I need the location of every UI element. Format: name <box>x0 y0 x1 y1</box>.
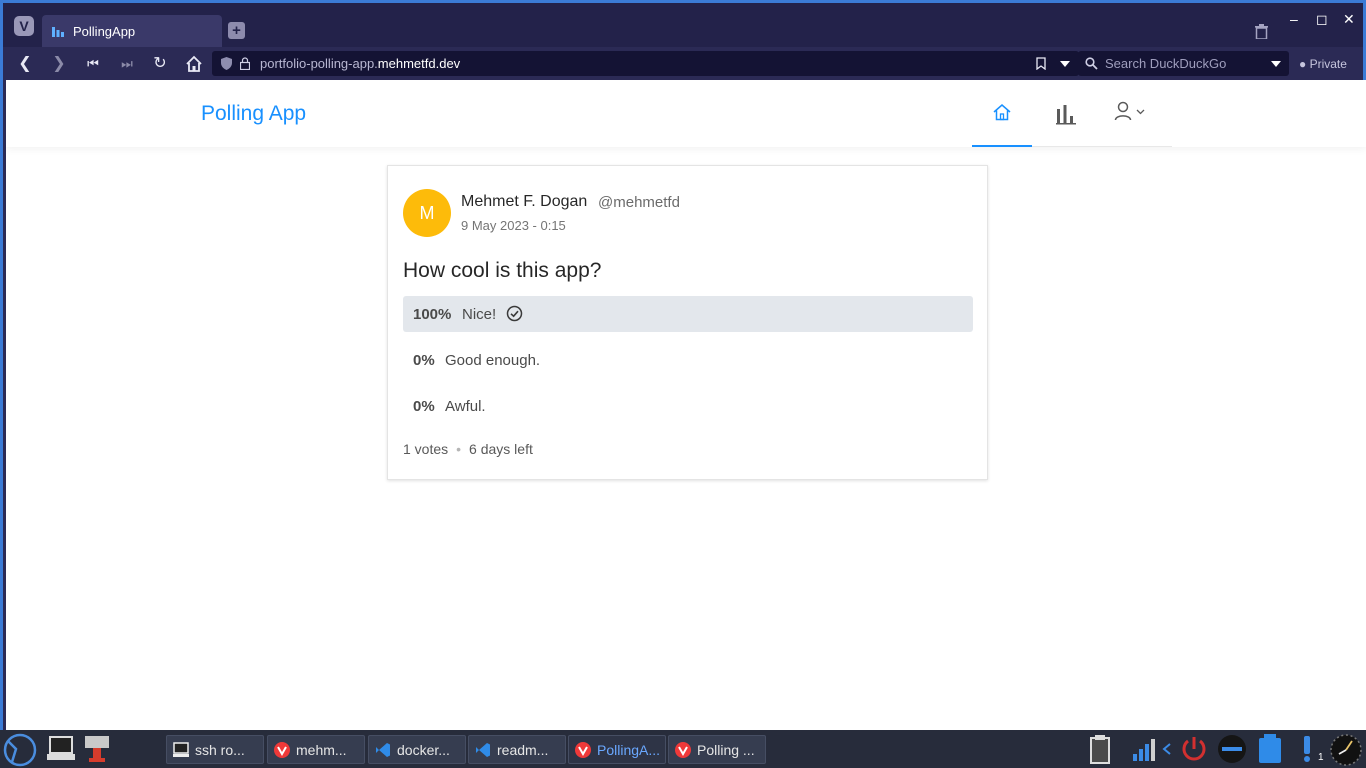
author-name[interactable]: Mehmet F. Dogan <box>461 193 587 211</box>
nav-new-poll[interactable] <box>1036 80 1096 147</box>
separator-dot: • <box>456 441 462 457</box>
taskbar-item[interactable]: ssh ro... <box>166 735 264 764</box>
taskbar-label: docker... <box>397 742 450 758</box>
poll-choice[interactable]: 0% Good enough. <box>403 342 973 378</box>
taskbar-label: Polling ... <box>697 742 755 758</box>
terminal-launcher-icon[interactable] <box>47 735 75 761</box>
close-button[interactable]: ✕ <box>1343 11 1355 28</box>
choice-text: Awful. <box>445 398 486 415</box>
vote-count: 1 votes <box>403 441 449 457</box>
user-icon <box>1114 101 1132 121</box>
time-left: 6 days left <box>469 441 533 457</box>
poll-footer: 1 votes • 6 days left <box>403 441 533 457</box>
url-field[interactable]: portfolio-polling-app.mehmetfd.dev <box>212 51 1079 76</box>
maximize-button[interactable]: ◻ <box>1316 11 1328 28</box>
taskbar-label: mehm... <box>296 742 347 758</box>
forward-icon[interactable]: ❯ <box>50 55 68 73</box>
app-title[interactable]: Polling App <box>201 102 306 126</box>
tab-title: PollingApp <box>73 24 136 39</box>
poll-card: M Mehmet F. Dogan @mehmetfd 9 May 2023 -… <box>387 165 988 480</box>
app-header: Polling App <box>6 80 1366 147</box>
chevron-down-icon <box>1136 109 1145 115</box>
poll-date: 9 May 2023 - 0:15 <box>461 218 566 233</box>
start-menu-icon[interactable] <box>2 732 38 768</box>
address-bar: ❮ ❯ ⏮ ⏭ ↻ portfolio-polling-app.mehmetfd… <box>3 47 1363 80</box>
bar-chart-icon <box>52 27 64 37</box>
bookmark-icon[interactable] <box>1036 57 1046 70</box>
choice-percent: 100% <box>413 306 452 323</box>
poll-question: How cool is this app? <box>403 259 602 282</box>
vivaldi-icon <box>675 742 691 758</box>
notification-count: 1 <box>1318 752 1324 763</box>
page-viewport: Polling App M Mehmet F. Dogan @mehmetfd … <box>6 80 1366 730</box>
vscode-icon <box>376 743 390 757</box>
choice-text: Nice! <box>462 306 497 323</box>
vscode-icon <box>476 743 490 757</box>
taskbar-item[interactable]: docker... <box>368 735 466 764</box>
vivaldi-menu-icon[interactable]: V <box>14 16 34 36</box>
poll-choice[interactable]: 0% Awful. <box>403 388 973 424</box>
vivaldi-icon <box>274 742 290 758</box>
notification-icon[interactable] <box>1298 735 1316 763</box>
choice-text: Good enough. <box>445 352 541 369</box>
taskbar-item[interactable]: PollingA... <box>568 735 666 764</box>
clipboard-manager-icon[interactable] <box>1257 734 1283 764</box>
home-icon[interactable] <box>185 55 203 73</box>
vivaldi-icon <box>575 742 591 758</box>
clock-icon[interactable] <box>1329 733 1363 767</box>
reload-icon[interactable]: ↻ <box>151 55 169 73</box>
poll-choice[interactable]: 100% Nice! <box>403 296 973 332</box>
url-text: portfolio-polling-app.mehmetfd.dev <box>260 56 461 71</box>
private-label: Private <box>1309 57 1347 71</box>
author-handle[interactable]: @mehmetfd <box>598 194 680 211</box>
fast-forward-icon[interactable]: ⏭ <box>118 55 136 73</box>
taskbar: ssh ro... mehm... docker... readm... Pol… <box>0 730 1366 768</box>
new-tab-button[interactable]: + <box>228 22 245 39</box>
search-icon <box>1085 57 1098 70</box>
rewind-icon[interactable]: ⏮ <box>84 55 102 73</box>
url-dropdown-icon[interactable] <box>1060 61 1070 67</box>
private-badge: ● Private <box>1299 57 1347 71</box>
search-placeholder: Search DuckDuckGo <box>1105 56 1227 71</box>
nav-profile-dropdown[interactable] <box>1102 80 1172 147</box>
tab-bar: V PollingApp + – ◻ ✕ <box>3 3 1363 48</box>
shield-icon[interactable] <box>221 57 232 70</box>
taskbar-label: PollingA... <box>597 742 661 758</box>
choice-percent: 0% <box>413 352 435 369</box>
avatar[interactable]: M <box>403 189 451 237</box>
desktop: V PollingApp + – ◻ ✕ ❮ ❯ ⏮ ⏭ ↻ portfolio… <box>0 0 1366 768</box>
minimize-button[interactable]: – <box>1290 11 1298 27</box>
terminal-icon <box>173 742 189 757</box>
home-icon <box>993 104 1011 121</box>
choice-percent: 0% <box>413 398 435 415</box>
media-player-icon[interactable] <box>1216 734 1248 764</box>
search-engine-dropdown-icon[interactable] <box>1271 61 1281 67</box>
nav-home[interactable] <box>972 80 1032 147</box>
search-field[interactable]: Search DuckDuckGo <box>1078 51 1289 76</box>
browser-window: V PollingApp + – ◻ ✕ ❮ ❯ ⏮ ⏭ ↻ portfolio… <box>0 0 1366 730</box>
bar-chart-icon <box>1056 105 1076 125</box>
check-circle-icon <box>506 305 523 322</box>
network-signal-icon[interactable] <box>1132 736 1160 762</box>
lock-icon <box>240 57 250 70</box>
chevron-left-icon[interactable] <box>1162 743 1172 755</box>
taskbar-item[interactable]: readm... <box>468 735 566 764</box>
tab-pollingapp[interactable]: PollingApp <box>42 15 222 48</box>
clipboard-icon[interactable] <box>1086 735 1114 765</box>
power-icon[interactable] <box>1180 735 1208 763</box>
taskbar-label: ssh ro... <box>195 742 245 758</box>
trash-icon[interactable] <box>1255 24 1268 39</box>
taskbar-item[interactable]: Polling ... <box>668 735 766 764</box>
back-icon[interactable]: ❮ <box>16 55 34 73</box>
taskbar-item[interactable]: mehm... <box>267 735 365 764</box>
file-manager-launcher-icon[interactable] <box>83 734 111 764</box>
taskbar-label: readm... <box>497 742 549 758</box>
